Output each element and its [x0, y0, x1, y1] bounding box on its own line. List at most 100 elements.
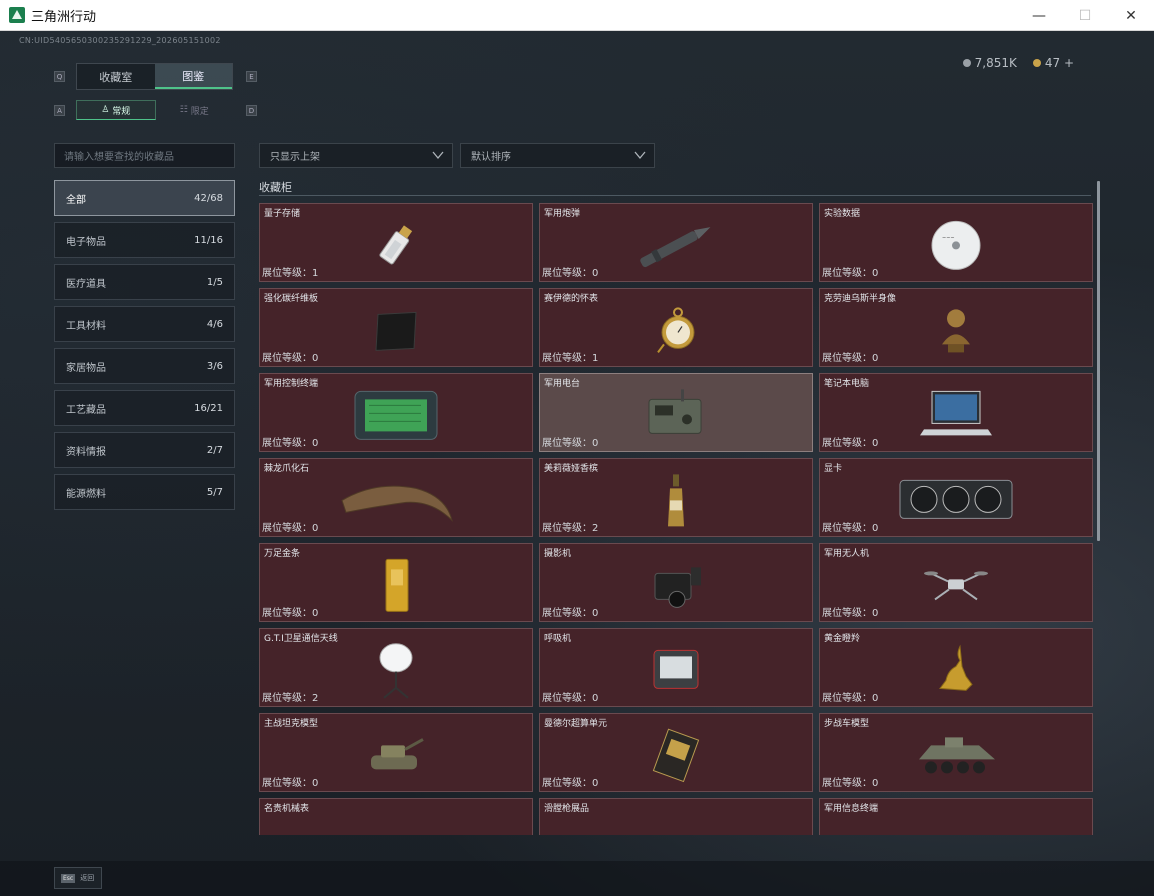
item-level: 展位等级：0 [822, 349, 878, 364]
category-electronics[interactable]: 电子物品 11/16 [54, 222, 235, 258]
level-prefix: 展位等级： [542, 268, 592, 279]
level-prefix: 展位等级： [822, 353, 872, 364]
category-household[interactable]: 家居物品 3/6 [54, 348, 235, 384]
collection-card[interactable]: 军用电台 展位等级：0 [539, 373, 813, 452]
level-value: 0 [872, 693, 879, 704]
level-value: 0 [592, 268, 599, 279]
level-prefix: 展位等级： [822, 778, 872, 789]
item-name: 曼德尔超算单元 [544, 719, 608, 729]
display-filter-dropdown[interactable]: 只显示上架 [259, 143, 453, 168]
collection-card[interactable]: 实验数据 ~~~ 展位等级：0 [819, 203, 1093, 282]
silver-currency: 7,851K [962, 56, 1017, 70]
level-prefix: 展位等级： [822, 523, 872, 534]
close-button[interactable]: ✕ [1108, 0, 1154, 31]
collection-card[interactable]: 黄金瞪羚 展位等级：0 [819, 628, 1093, 707]
category-count: 4/6 [206, 318, 223, 330]
currency-bar: 7,851K 47 + [962, 56, 1074, 70]
item-name: 显卡 [824, 464, 843, 474]
uid-text: CN:UID5405650300235291229_202605151002 [19, 36, 221, 45]
collection-card[interactable]: 军用无人机展位等级：0 [819, 543, 1093, 622]
silver-coin-icon [962, 59, 971, 67]
level-value: 0 [312, 353, 319, 364]
item-name: 军用无人机 [824, 549, 870, 559]
subtab-limited[interactable]: ☷ 限定 [156, 100, 234, 120]
collection-card[interactable]: 曼德尔超算单元 展位等级：0 [539, 713, 813, 792]
collection-card[interactable]: 赛伊德的怀表 展位等级：1 [539, 288, 813, 367]
category-count: 16/21 [194, 402, 223, 414]
item-name: 强化碳纤维板 [264, 294, 319, 304]
level-value: 0 [872, 608, 879, 619]
collection-card[interactable]: 呼吸机 展位等级：0 [539, 628, 813, 707]
collection-card[interactable]: 量子存储 展位等级：1 [259, 203, 533, 282]
maximize-button[interactable]: ☐ [1062, 0, 1108, 31]
collection-card[interactable]: G.T.I卫星通信天线 展位等级：2 [259, 628, 533, 707]
collection-card[interactable]: 摄影机 展位等级：0 [539, 543, 813, 622]
level-value: 0 [592, 778, 599, 789]
tab-collection-room[interactable]: 收藏室 [77, 64, 155, 89]
category-label: 家居物品 [66, 362, 106, 374]
sub-tabs: ♙ 常规 ☷ 限定 [76, 100, 233, 120]
level-value: 0 [872, 353, 879, 364]
level-value: 0 [592, 693, 599, 704]
back-button[interactable]: Esc 返回 [54, 867, 102, 889]
collection-card[interactable]: 军用炮弹 展位等级：0 [539, 203, 813, 282]
item-name: 军用电台 [544, 379, 581, 389]
item-level: 展位等级：0 [822, 519, 878, 534]
level-prefix: 展位等级： [262, 353, 312, 364]
item-level: 展位等级：0 [262, 774, 318, 789]
category-label: 能源燃料 [66, 488, 106, 500]
category-label: 全部 [66, 194, 86, 206]
item-name: 量子存储 [264, 209, 301, 219]
subtab-regular[interactable]: ♙ 常规 [76, 100, 156, 120]
minimize-button[interactable]: — [1016, 0, 1062, 31]
subtab-regular-label: 常规 [112, 106, 131, 117]
gold-amount: 47 + [1044, 56, 1074, 70]
collection-card[interactable]: 显卡展位等级：0 [819, 458, 1093, 537]
item-level: 展位等级：0 [542, 264, 598, 279]
item-level: 展位等级：0 [262, 434, 318, 449]
level-value: 2 [312, 693, 319, 704]
item-level: 展位等级：0 [822, 264, 878, 279]
category-tools[interactable]: 工具材料 4/6 [54, 306, 235, 342]
sort-value: 默认排序 [471, 152, 511, 163]
level-value: 0 [872, 438, 879, 449]
level-prefix: 展位等级： [542, 778, 592, 789]
esc-key: Esc [61, 873, 76, 883]
collection-card[interactable]: 军用控制终端展位等级：0 [259, 373, 533, 452]
collection-card[interactable]: 主战坦克模型 展位等级：0 [259, 713, 533, 792]
sort-dropdown[interactable]: 默认排序 [460, 143, 655, 168]
level-prefix: 展位等级： [542, 523, 592, 534]
level-prefix: 展位等级： [822, 268, 872, 279]
collection-card[interactable]: 步战车模型展位等级：0 [819, 713, 1093, 792]
level-prefix: 展位等级： [262, 438, 312, 449]
category-energy[interactable]: 能源燃料 5/7 [54, 474, 235, 510]
chevron-down-icon [634, 151, 646, 160]
collection-card[interactable]: 笔记本电脑 展位等级：0 [819, 373, 1093, 452]
collection-card[interactable]: 名贵机械表 [259, 798, 533, 835]
subtab-limited-label: 限定 [190, 106, 209, 117]
gold-currency[interactable]: 47 + [1032, 56, 1074, 70]
category-label: 工具材料 [66, 320, 106, 332]
collection-card[interactable]: 棘龙爪化石 展位等级：0 [259, 458, 533, 537]
level-prefix: 展位等级： [822, 608, 872, 619]
collection-card[interactable]: 滑膛枪展品 [539, 798, 813, 835]
collection-card[interactable]: 万足金条 展位等级：0 [259, 543, 533, 622]
tab-catalog[interactable]: 图鉴 [154, 64, 232, 89]
category-medical[interactable]: 医疗道具 1/5 [54, 264, 235, 300]
category-intel[interactable]: 资料情报 2/7 [54, 432, 235, 468]
category-all[interactable]: 全部 42/68 [54, 180, 235, 216]
collection-card[interactable]: 美莉薇娅香槟 展位等级：2 [539, 458, 813, 537]
item-name: 步战车模型 [824, 719, 870, 729]
item-name: 美莉薇娅香槟 [544, 464, 599, 474]
item-level: 展位等级：0 [822, 774, 878, 789]
category-crafts[interactable]: 工艺藏品 16/21 [54, 390, 235, 426]
item-name: 克劳迪乌斯半身像 [824, 294, 897, 304]
item-name: 军用控制终端 [264, 379, 319, 389]
search-input[interactable]: 请输入想要查找的收藏品 [54, 143, 235, 168]
app-logo-icon [9, 7, 25, 23]
level-value: 0 [312, 778, 319, 789]
collection-card[interactable]: 强化碳纤维板 展位等级：0 [259, 288, 533, 367]
collection-card[interactable]: 军用信息终端 [819, 798, 1093, 835]
scrollbar[interactable] [1097, 181, 1100, 541]
collection-card[interactable]: 克劳迪乌斯半身像 展位等级：0 [819, 288, 1093, 367]
